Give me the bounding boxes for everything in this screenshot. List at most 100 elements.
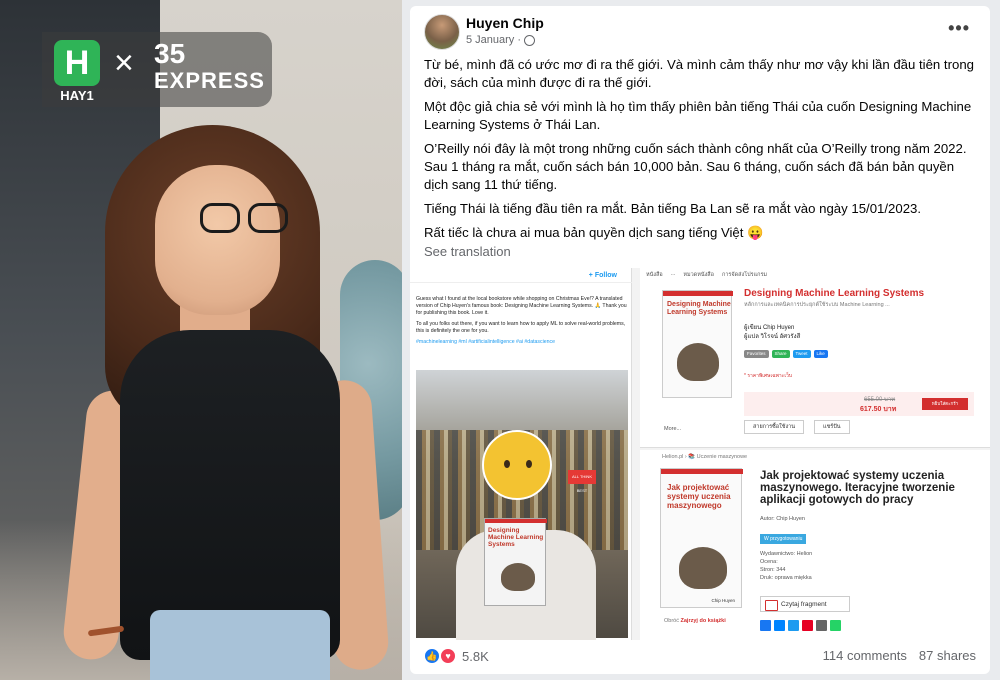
- wishlist-button: สายการซื้อใช้งาน: [744, 420, 805, 434]
- bookstore-photo: ALL THINK BEST Designing Machine Learnin…: [416, 370, 628, 640]
- cover-stripe: [661, 469, 743, 474]
- tweet-button: Tweet: [792, 350, 811, 358]
- like-button: Like: [813, 350, 828, 358]
- facebook-post: Huyen Chip 5 January · ••• Từ bé, mình đ…: [410, 6, 990, 674]
- rating: Ocena:: [760, 559, 778, 565]
- wishlist-actions: สายการซื้อใช้งาน แชร์ปัน: [744, 420, 850, 434]
- store-tab: การจัดส่งโปรแกรม: [721, 272, 768, 278]
- cover-title: Designing Machine Learning Systems: [667, 301, 731, 316]
- add-to-cart-button: หยิบใส่ตะกร้า: [922, 398, 968, 410]
- like-reaction-icon: 👍: [424, 648, 440, 664]
- share-link-button: แชร์ปัน: [814, 420, 850, 434]
- thai-book-authors: ผู้เขียน Chip Huyen ผู้แปล วิโรจน์ อัศวร…: [744, 324, 800, 342]
- favorites-button: Favorites: [744, 350, 769, 358]
- polish-book-author: Autor: Chip Huyen: [760, 516, 805, 522]
- cover-title: Jak projektować systemy uczenia maszynow…: [667, 483, 731, 510]
- follow-button: + Follow: [588, 272, 617, 279]
- avatar[interactable]: [424, 14, 460, 50]
- tweet-paragraph: To all you folks out there, if you want …: [416, 321, 626, 334]
- post-paragraph: Tiếng Thái là tiếng đầu tiên ra mắt. Bản…: [424, 201, 922, 216]
- post-paragraph: Một độc giả chia sẻ với mình là họ tìm t…: [424, 99, 972, 132]
- see-translation-link[interactable]: See translation: [424, 244, 511, 259]
- post-body: Từ bé, mình đã có ước mơ đi ra thế giới.…: [424, 56, 980, 248]
- photo-jeans: [150, 610, 330, 680]
- post-image[interactable]: + Follow Guess what I found at the local…: [410, 268, 990, 640]
- binding: Druk: oprawa miękka: [760, 575, 812, 581]
- rotate-label: Obróć: [664, 618, 679, 624]
- thai-book-cover: Designing Machine Learning Systems: [662, 290, 733, 398]
- times-icon: ×: [114, 44, 134, 82]
- tweet-text: Guess what I found at the local bookstor…: [416, 296, 628, 350]
- hay1-label: HAY1: [60, 88, 94, 103]
- hay1-logo-icon: H: [54, 40, 100, 86]
- globe-icon: [523, 34, 535, 46]
- brand-logo: H HAY1 × 35 EXPRESS: [42, 32, 272, 107]
- express-word: EXPRESS: [154, 68, 265, 93]
- cover-author: Chip Huyen: [711, 598, 735, 603]
- old-price: 655.00 บาท: [864, 397, 896, 403]
- partridge-icon: [677, 343, 719, 381]
- comments-count[interactable]: 114 comments: [823, 648, 907, 663]
- tweet-paragraph: Guess what I found at the local bookstor…: [416, 296, 627, 316]
- reaction-count: 5.8K: [462, 648, 489, 664]
- status-badge: W przygotowaniu: [760, 534, 807, 544]
- glasses-icon: [200, 203, 292, 233]
- share-buttons: Favorites Share Tweet Like: [744, 350, 828, 358]
- book-cover: Designing Machine Learning Systems: [484, 518, 547, 606]
- love-reaction-icon: ♥: [440, 648, 456, 664]
- post-paragraph: Rất tiếc là chưa ai mua bản quyền dịch s…: [424, 225, 764, 240]
- store-sign: ALL THINK BEST: [568, 470, 596, 493]
- publisher: Wydawnictwo: Helion: [760, 551, 813, 557]
- post-paragraph: Từ bé, mình đã có ước mơ đi ra thế giới.…: [424, 57, 974, 90]
- cover-title: Designing Machine Learning Systems: [488, 527, 544, 548]
- social-share-icons: [760, 620, 841, 631]
- post-author[interactable]: Huyen Chip: [466, 15, 544, 31]
- store-tab: ...: [670, 271, 676, 277]
- tweet-screenshot: + Follow Guess what I found at the local…: [410, 268, 632, 640]
- divider: [410, 282, 632, 283]
- post-meta: 5 January ·: [466, 34, 535, 46]
- hero-photo: H HAY1 × 35 EXPRESS: [0, 0, 402, 680]
- read-fragment-button: Czytaj fragment: [760, 596, 850, 612]
- store-tabs: หนังสือ ... หมวดหนังสือ การจัดส่งโปรแกรม: [646, 271, 767, 279]
- post-paragraph: O’Reilly nói đây là một trong những cuốn…: [424, 141, 967, 192]
- email-icon: [816, 620, 827, 631]
- polish-book-title: Jak projektować systemy uczenia maszynow…: [760, 470, 955, 506]
- price-box: 655.00 บาท 617.50 บาท หยิบใส่ตะกร้า: [744, 392, 974, 416]
- partridge-icon: [501, 563, 535, 591]
- partridge-icon: [679, 547, 727, 589]
- store-tab: หนังสือ: [646, 272, 663, 278]
- shares-count[interactable]: 87 shares: [919, 648, 976, 663]
- pinterest-icon: [802, 620, 813, 631]
- post-date[interactable]: 5 January: [466, 34, 514, 46]
- cover-stripe: [485, 519, 547, 523]
- look-inside: Obróć Zajrzyj do książki: [664, 618, 726, 624]
- whatsapp-icon: [830, 620, 841, 631]
- meta-separator: ·: [517, 34, 521, 46]
- polish-book-details: Wydawnictwo: Helion Ocena: Stron: 344 Dr…: [760, 550, 812, 582]
- facebook-icon: [760, 620, 771, 631]
- express-number: 35: [154, 38, 186, 69]
- giraffe-emoji-icon: [482, 430, 552, 500]
- price-note: * ราคาพิเศษเฉพาะเว็บ: [744, 373, 793, 379]
- translator-line: ผู้แปล วิโรจน์ อัศวรังสี: [744, 334, 801, 340]
- more-images-link: More...: [664, 426, 682, 432]
- polish-store-screenshot: Helion.pl › 📚 Uczenie maszynowe Jak proj…: [640, 450, 990, 640]
- more-options-icon[interactable]: •••: [948, 18, 970, 39]
- polish-book-cover: Jak projektować systemy uczenia maszynow…: [660, 468, 743, 608]
- store-tab: หมวดหนังสือ: [683, 272, 714, 278]
- messenger-icon: [774, 620, 785, 631]
- author-line: ผู้เขียน Chip Huyen: [744, 325, 795, 331]
- photo-face: [155, 165, 280, 315]
- reactions-summary[interactable]: 👍 ♥ 5.8K: [424, 648, 489, 664]
- twitter-icon: [788, 620, 799, 631]
- pages: Stron: 344: [760, 567, 786, 573]
- cover-stripe: [663, 291, 733, 296]
- share-button: Share: [771, 350, 790, 358]
- thai-book-subtitle: หลักการและเทคนิคการประยุกต์ใช้ระบบ Machi…: [744, 302, 890, 308]
- thai-book-title: Designing Machine Learning Systems: [744, 288, 925, 299]
- engagement-counts: 114 comments 87 shares: [823, 648, 976, 663]
- look-inside-link: Zajrzyj do książki: [680, 618, 726, 624]
- tweet-hashtags: #machinelearning #ml #artificialintellig…: [416, 339, 555, 345]
- thai-store-screenshot: หนังสือ ... หมวดหนังสือ การจัดส่งโปรแกรม…: [640, 268, 990, 448]
